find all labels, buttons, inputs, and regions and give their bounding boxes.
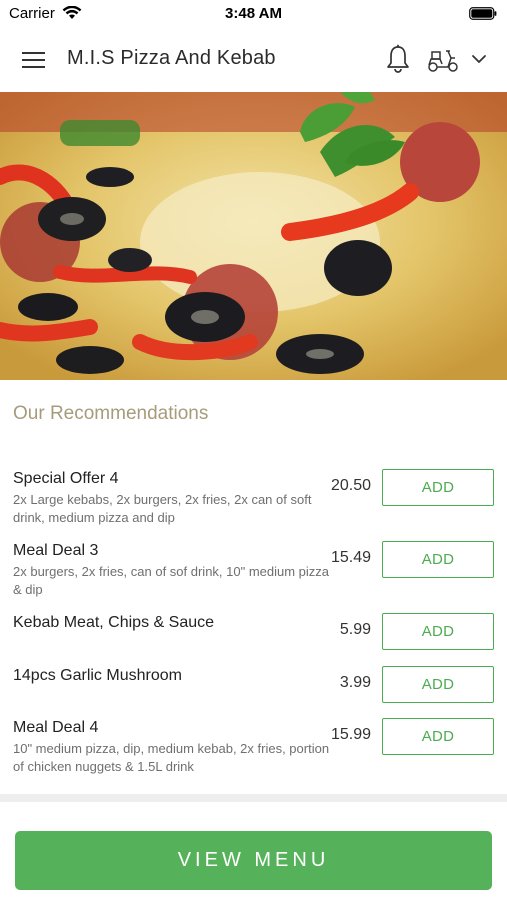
item-price: 15.49: [330, 549, 371, 566]
item-price: 15.99: [330, 726, 371, 743]
add-button[interactable]: ADD: [382, 666, 494, 703]
hamburger-menu-icon[interactable]: [22, 50, 46, 70]
item-description: 2x Large kebabs, 2x burgers, 2x fries, 2…: [13, 492, 312, 525]
section-divider: [0, 794, 507, 802]
hero-pizza-image: [0, 92, 507, 380]
item-price: 3.99: [339, 674, 371, 691]
add-button[interactable]: ADD: [382, 718, 494, 755]
item-description: 10" medium pizza, dip, medium kebab, 2x …: [13, 741, 330, 774]
item-name: 14pcs Garlic Mushroom: [13, 667, 182, 684]
app-title: M.I.S Pizza And Kebab: [67, 47, 276, 69]
bell-icon[interactable]: [385, 44, 411, 74]
item-price: 20.50: [330, 477, 371, 494]
battery-icon: [469, 7, 497, 20]
item-price: 5.99: [339, 621, 371, 638]
add-button[interactable]: ADD: [382, 613, 494, 650]
item-name: Kebab Meat, Chips & Sauce: [13, 614, 215, 631]
status-bar: Carrier 3:48 AM: [0, 0, 507, 28]
status-time: 3:48 AM: [225, 5, 282, 22]
item-description: 2x burgers, 2x fries, can of sof drink, …: [13, 564, 330, 597]
section-title-recommendations: Our Recommendations: [13, 403, 209, 424]
add-button[interactable]: ADD: [382, 469, 494, 506]
item-name: Meal Deal 4: [13, 719, 99, 736]
item-name: Meal Deal 3: [13, 542, 99, 559]
pizza-illustration: [0, 92, 507, 380]
item-name: Special Offer 4: [13, 470, 119, 487]
chevron-down-icon[interactable]: [470, 52, 488, 66]
view-menu-button[interactable]: VIEW MENU: [15, 831, 492, 890]
add-button[interactable]: ADD: [382, 541, 494, 578]
app-header: M.I.S Pizza And Kebab: [0, 28, 507, 92]
delivery-scooter-icon[interactable]: [427, 47, 459, 73]
